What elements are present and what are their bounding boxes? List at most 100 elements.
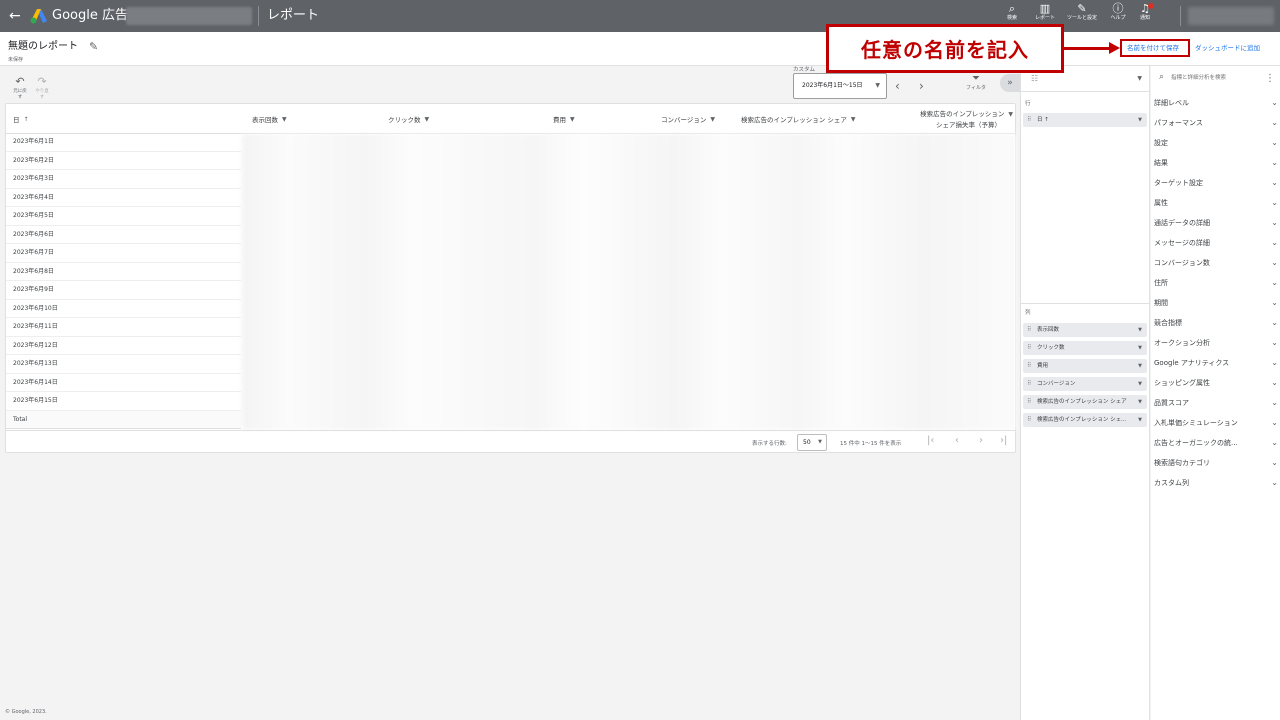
dropdown-arrow-icon: ▼ [710,115,715,123]
table-row: 2023年6月6日 [6,226,241,244]
search-icon: ⌕ [1159,72,1165,82]
report-name[interactable]: 無題のレポート [8,41,78,53]
collapse-panel-button[interactable]: » [1000,74,1020,92]
category-item[interactable]: 詳細レベル ⌄ [1154,93,1278,113]
column-chip[interactable]: ⠿ 表示回数 ▼ [1023,323,1147,337]
category-item[interactable]: 広告とオーガニックの統... ⌄ [1154,433,1278,453]
dropdown-arrow-icon: ▼ [1138,117,1142,123]
search-button[interactable]: ⌕ 検索 [995,3,1029,22]
annotation-arrow [1063,47,1111,50]
chevron-down-icon: ⌄ [1271,238,1278,247]
annotation-callout: 任意の名前を記入 [826,24,1064,73]
next-page-icon[interactable]: › [979,435,983,446]
rows-per-page-label: 表示する行数: [752,441,787,447]
category-item[interactable]: ショッピング属性 ⌄ [1154,373,1278,393]
column-header-clicks[interactable]: クリック数 ▼ [388,104,429,134]
drag-handle-icon: ⠿ [1027,344,1032,351]
chevron-down-icon: ⌄ [1271,118,1278,127]
column-chip[interactable]: ⠿ 検索広告のインプレッション シェ... ▼ [1023,413,1147,427]
pagination: 表示する行数: 50 ▼ 15 件中 1〜15 件を表示 |‹ ‹ › ›| [6,430,1016,454]
highlight-box [1120,39,1190,57]
category-item[interactable]: 品質スコア ⌄ [1154,393,1278,413]
previous-period-icon[interactable]: ‹ [895,79,900,93]
layout-panel: ☷ ▼ 行 ⠿ 日 ↑ ▼ 列 ⠿ 表示回数 ▼ ⠿ クリック数 ▼ ⠿ 費用 … [1020,66,1150,720]
column-chip[interactable]: ⠿ 検索広告のインプレッション シェア ▼ [1023,395,1147,409]
reports-button[interactable]: ▥ レポート [1028,3,1062,22]
category-item[interactable]: 属性 ⌄ [1154,193,1278,213]
table-row: 2023年6月2日 [6,152,241,170]
table-row: 2023年6月7日 [6,244,241,263]
category-item[interactable]: 競合指標 ⌄ [1154,313,1278,333]
column-chip[interactable]: ⠿ クリック数 ▼ [1023,341,1147,355]
category-item[interactable]: パフォーマンス ⌄ [1154,113,1278,133]
category-item[interactable]: カスタム列 ⌄ [1154,473,1278,493]
undo-icon: ↶ [15,75,25,88]
next-period-icon[interactable]: › [919,79,924,93]
chevron-down-icon: ⌄ [1271,378,1278,387]
tools-button[interactable]: ✎ ツールと設定 [1065,3,1099,22]
more-options-icon[interactable]: ⋮ [1265,73,1275,84]
columns-section-label: 列 [1025,310,1031,316]
row-chip-date[interactable]: ⠿ 日 ↑ ▼ [1023,113,1147,127]
copyright: © Google, 2023. [5,709,47,715]
edit-pencil-icon[interactable]: ✎ [89,40,98,53]
table-row: 2023年6月12日 [6,337,241,355]
category-item[interactable]: 設定 ⌄ [1154,133,1278,153]
first-page-icon[interactable]: |‹ [927,435,934,446]
column-header-lost-is-budget[interactable]: 検索広告のインプレッション ▼ シェア損失率（予算） [901,104,1013,134]
category-item[interactable]: 入札単価シミュレーション ⌄ [1154,413,1278,433]
dropdown-arrow-icon: ▼ [570,115,575,123]
category-item[interactable]: 住所 ⌄ [1154,273,1278,293]
category-item[interactable]: ターゲット設定 ⌄ [1154,173,1278,193]
category-item[interactable]: コンバージョン数 ⌄ [1154,253,1278,273]
category-item[interactable]: 期間 ⌄ [1154,293,1278,313]
category-item[interactable]: オークション分析 ⌄ [1154,333,1278,353]
category-item[interactable]: メッセージの詳細 ⌄ [1154,233,1278,253]
dropdown-arrow-icon: ▼ [1138,381,1142,387]
category-item[interactable]: 通話データの詳細 ⌄ [1154,213,1278,233]
previous-page-icon[interactable]: ‹ [955,435,959,446]
table-row: 2023年6月1日 [6,133,241,152]
undo-button[interactable]: ↶ 元に戻す [13,75,27,101]
date-range-picker[interactable]: 2023年6月1日〜15日 ▼ [793,73,887,99]
brand-name: Google 広告 [52,8,128,23]
column-header-impression-share[interactable]: 検索広告のインプレッション シェア ▼ [741,104,856,134]
report-table: 日 ↑ 表示回数 ▼ クリック数 ▼ 費用 ▼ コンバージョン ▼ 検索広告のインプレッシ… [5,103,1016,453]
column-header-date[interactable]: 日 ↑ [13,104,29,134]
account-switcher-blurred[interactable] [1188,7,1274,25]
back-arrow-icon[interactable]: ← [9,8,21,24]
dropdown-arrow-icon: ▼ [1138,399,1142,405]
column-header-cost[interactable]: 費用 ▼ [553,104,575,134]
column-header-impressions[interactable]: 表示回数 ▼ [252,104,287,134]
table-row: 2023年6月14日 [6,374,241,392]
chevron-down-icon: ⌄ [1271,318,1278,327]
table-row: 2023年6月10日 [6,300,241,318]
chevron-down-icon: ⌄ [1271,198,1278,207]
chevron-down-icon: ⌄ [1271,458,1278,467]
column-chip[interactable]: ⠿ コンバージョン ▼ [1023,377,1147,391]
drag-handle-icon: ⠿ [1027,416,1032,423]
notifications-button[interactable]: ♫ 通知 [1128,3,1162,21]
last-page-icon[interactable]: ›| [1000,435,1007,446]
drag-handle-icon: ⠿ [1027,362,1032,369]
add-to-dashboard-button[interactable]: ダッシュボードに追加 [1195,44,1260,52]
category-item[interactable]: 結果 ⌄ [1154,153,1278,173]
chevron-down-icon: ⌄ [1271,358,1278,367]
rows-per-page-select[interactable]: 50 ▼ [797,434,827,451]
chevron-down-icon: ⌄ [1271,258,1278,267]
drag-handle-icon: ⠿ [1027,380,1032,387]
category-item[interactable]: Google アナリティクス ⌄ [1154,353,1278,373]
metric-search-input[interactable] [1171,72,1275,84]
column-chip[interactable]: ⠿ 費用 ▼ [1023,359,1147,373]
dropdown-arrow-icon: ▼ [850,115,856,123]
redo-button[interactable]: ↷ やり直す [35,76,49,101]
dropdown-arrow-icon: ▼ [1138,363,1142,369]
chevron-down-icon: ⌄ [1271,398,1278,407]
metric-search: ⌕ [1151,66,1280,90]
category-item[interactable]: 検索語句カテゴリ ⌄ [1154,453,1278,473]
filter-button[interactable]: ⏷ フィルタ [962,74,990,92]
divider [258,6,259,26]
dropdown-arrow-icon: ▼ [818,439,822,445]
column-header-conversions[interactable]: コンバージョン ▼ [661,104,715,134]
page-title: レポート [267,8,320,23]
